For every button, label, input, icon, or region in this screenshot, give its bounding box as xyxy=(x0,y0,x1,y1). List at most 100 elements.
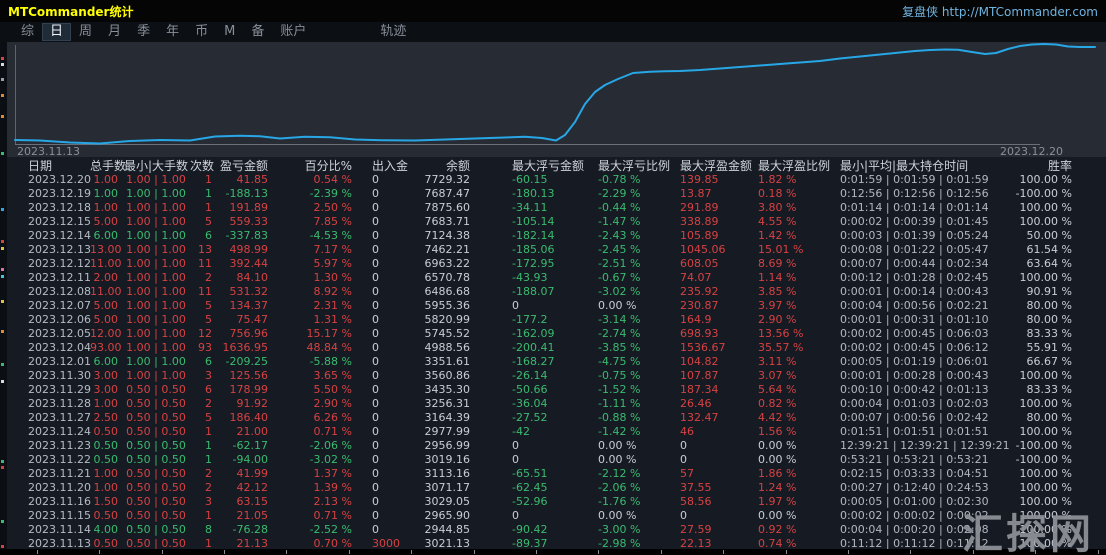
cell-time: 0:01:14 | 0:01:14 | 0:01:14 xyxy=(840,200,989,214)
menu-item-nian[interactable]: 年 xyxy=(159,24,186,40)
cell-winrate: 61.54 % xyxy=(1026,242,1072,256)
cell-lots: 0.50 xyxy=(93,508,119,522)
menu-item-bei[interactable]: 备 xyxy=(244,24,271,40)
cell-mflr: -2.12 % xyxy=(598,466,641,480)
cell-pct: 1.39 % xyxy=(313,480,352,494)
edge-speck xyxy=(1,208,4,211)
cell-times: 2 xyxy=(205,396,212,410)
cell-minmax: 1.00 | 1.00 xyxy=(126,368,186,382)
cell-pl: 756.96 xyxy=(229,326,269,340)
cell-times: 2 xyxy=(205,466,212,480)
cell-inout: 0 xyxy=(372,200,379,214)
cell-pct: 0.70 % xyxy=(313,536,352,550)
edge-speck xyxy=(1,460,4,463)
edge-speck xyxy=(1,520,4,523)
cell-time: 0:00:01 | 0:00:31 | 0:01:10 xyxy=(840,312,989,326)
table-row[interactable]: 2023.12.18 1.00 1.00 | 1.00 1 191.89 2.50 % 0 7… xyxy=(0,200,1106,214)
table-row[interactable]: 2023.12.07 5.00 1.00 | 1.00 5 134.37 2.31 % 0 5… xyxy=(0,298,1106,312)
cell-date: 2023.11.16 xyxy=(28,494,91,508)
cell-pct: 5.50 % xyxy=(313,382,352,396)
cell-minmax: 0.50 | 0.50 xyxy=(126,536,186,550)
brand-link[interactable]: 复盘侠 http://MTCommander.com xyxy=(902,3,1098,20)
menu-item-ri[interactable]: 日 xyxy=(42,23,72,41)
cell-balance: 5955.36 xyxy=(424,298,471,312)
menu-item-m[interactable]: M xyxy=(217,24,242,40)
menu-item-yue[interactable]: 月 xyxy=(101,24,128,40)
table-row[interactable]: 2023.12.14 6.00 1.00 | 1.00 6 -337.83 -4.53 %… xyxy=(0,228,1106,242)
cell-balance: 5745.52 xyxy=(424,326,471,340)
cell-mflr: -1.47 % xyxy=(598,214,641,228)
table-row[interactable]: 2023.11.14 4.00 0.50 | 0.50 8 -76.28 -2.52 % 0… xyxy=(0,522,1106,536)
cell-balance: 3560.86 xyxy=(424,368,471,382)
cell-balance: 7124.38 xyxy=(424,228,471,242)
table-row[interactable]: 2023.12.12 11.00 1.00 | 1.00 11 392.44 5.97 %… xyxy=(0,256,1106,270)
table-row[interactable]: 2023.11.16 1.50 0.50 | 0.50 3 63.15 2.13 % 0 30… xyxy=(0,494,1106,508)
cell-winrate: 90.91 % xyxy=(1026,284,1072,298)
cell-mfp: 105.89 xyxy=(680,228,719,242)
table-row[interactable]: 2023.11.24 0.50 0.50 | 0.50 1 21.00 0.71 % 0 29… xyxy=(0,424,1106,438)
cell-balance: 2956.99 xyxy=(424,438,471,452)
cell-mfp: 698.93 xyxy=(680,326,719,340)
table-row[interactable]: 2023.11.28 1.00 0.50 | 0.50 2 91.92 2.90 % 0 32… xyxy=(0,396,1106,410)
cell-mflr: 0.00 % xyxy=(598,508,637,522)
table-row[interactable]: 2023.11.20 1.00 0.50 | 0.50 2 42.12 1.39 % 0 30… xyxy=(0,480,1106,494)
edge-speck xyxy=(1,363,4,366)
menu-item-ji[interactable]: 季 xyxy=(130,24,157,40)
cell-pct: 2.31 % xyxy=(313,298,352,312)
cell-mfl: -168.27 xyxy=(512,354,555,368)
cell-times: 1 xyxy=(205,200,212,214)
cell-pct: -4.53 % xyxy=(309,228,352,242)
menu-item-zhou[interactable]: 周 xyxy=(72,24,99,40)
grid-tick xyxy=(785,550,787,554)
table-row[interactable]: 2023.12.04 93.00 1.00 | 1.00 93 1636.95 48.84… xyxy=(0,340,1106,354)
cell-mfpr: 1.82 % xyxy=(758,172,797,186)
table-row[interactable]: 2023.11.22 0.50 0.50 | 0.50 1 -94.00 -3.02 % 0… xyxy=(0,452,1106,466)
cell-lots: 0.50 xyxy=(93,452,119,466)
cell-lots: 1.00 xyxy=(93,466,119,480)
grid-tick xyxy=(223,550,225,554)
table-row[interactable]: 2023.11.13 0.50 0.50 | 0.50 1 21.13 0.70 % 300… xyxy=(0,536,1106,550)
table-row[interactable]: 2023.12.13 13.00 1.00 | 1.00 13 498.99 7.17 %… xyxy=(0,242,1106,256)
cell-mfl: 0 xyxy=(512,298,519,312)
cell-date: 2023.12.07 xyxy=(28,298,91,312)
cell-minmax: 1.00 | 1.00 xyxy=(126,172,186,186)
titlebar: MTCommander统计 复盘侠 http://MTCommander.com xyxy=(0,0,1106,22)
cell-date: 2023.11.30 xyxy=(28,368,91,382)
cell-mfp: 164.9 xyxy=(680,312,712,326)
cell-mfpr: 0.74 % xyxy=(758,536,797,550)
table-row[interactable]: 2023.12.11 2.00 1.00 | 1.00 2 84.10 1.30 % 0 65… xyxy=(0,270,1106,284)
table-row[interactable]: 2023.11.27 2.50 0.50 | 0.50 5 186.40 6.26 % 0 3… xyxy=(0,410,1106,424)
cell-mfp: 187.34 xyxy=(680,382,719,396)
table-row[interactable]: 2023.12.05 12.00 1.00 | 1.00 12 756.96 15.17 … xyxy=(0,326,1106,340)
cell-lots: 5.00 xyxy=(93,298,119,312)
cell-inout: 0 xyxy=(372,298,379,312)
table-row[interactable]: 2023.11.15 0.50 0.50 | 0.50 1 21.05 0.71 % 0 29… xyxy=(0,508,1106,522)
table-row[interactable]: 2023.11.21 1.00 0.50 | 0.50 2 41.99 1.37 % 0 31… xyxy=(0,466,1106,480)
cell-inout: 0 xyxy=(372,368,379,382)
menu-item-zong[interactable]: 综 xyxy=(14,24,41,40)
table-row[interactable]: 2023.12.06 5.00 1.00 | 1.00 5 75.47 1.31 % 0 58… xyxy=(0,312,1106,326)
cell-pct: 15.17 % xyxy=(306,326,352,340)
table-row[interactable]: 2023.12.08 11.00 1.00 | 1.00 11 531.32 8.92 %… xyxy=(0,284,1106,298)
table-row[interactable]: 2023.11.30 3.00 1.00 | 1.00 3 125.56 3.65 % 0 3… xyxy=(0,368,1106,382)
table-row[interactable]: 2023.11.29 3.00 0.50 | 0.50 6 178.99 5.50 % 0 3… xyxy=(0,382,1106,396)
cell-pl: 63.15 xyxy=(236,494,269,508)
cell-pct: 3.65 % xyxy=(313,368,352,382)
menu-item-guiji[interactable]: 轨迹 xyxy=(373,24,413,40)
cell-balance: 4988.56 xyxy=(424,340,471,354)
menu-item-zhanghu[interactable]: 账户 xyxy=(273,24,313,40)
cell-pct: 8.92 % xyxy=(313,284,352,298)
cell-date: 2023.11.20 xyxy=(28,480,91,494)
menu-item-bi[interactable]: 币 xyxy=(188,24,215,40)
cell-mflr: -0.78 % xyxy=(598,172,641,186)
cell-winrate: 83.33 % xyxy=(1026,382,1072,396)
cell-winrate: 66.67 % xyxy=(1026,354,1072,368)
table-row[interactable]: 2023.12.19 1.00 1.00 | 1.00 1 -188.13 -2.39 %… xyxy=(0,186,1106,200)
cell-minmax: 1.00 | 1.00 xyxy=(126,270,186,284)
table-row[interactable]: 2023.12.01 6.00 1.00 | 1.00 6 -209.25 -5.88 %… xyxy=(0,354,1106,368)
table-row[interactable]: 2023.11.23 0.50 0.50 | 0.50 1 -62.17 -2.06 % 0… xyxy=(0,438,1106,452)
table-row[interactable]: 2023.12.20 1.00 1.00 | 1.00 1 41.85 0.54 % 0 77… xyxy=(0,172,1106,186)
table-row[interactable]: 2023.12.15 5.00 1.00 | 1.00 5 559.33 7.85 % 0 7… xyxy=(0,214,1106,228)
cell-balance: 7729.32 xyxy=(424,172,471,186)
cell-winrate: 100.00 % xyxy=(1019,396,1072,410)
